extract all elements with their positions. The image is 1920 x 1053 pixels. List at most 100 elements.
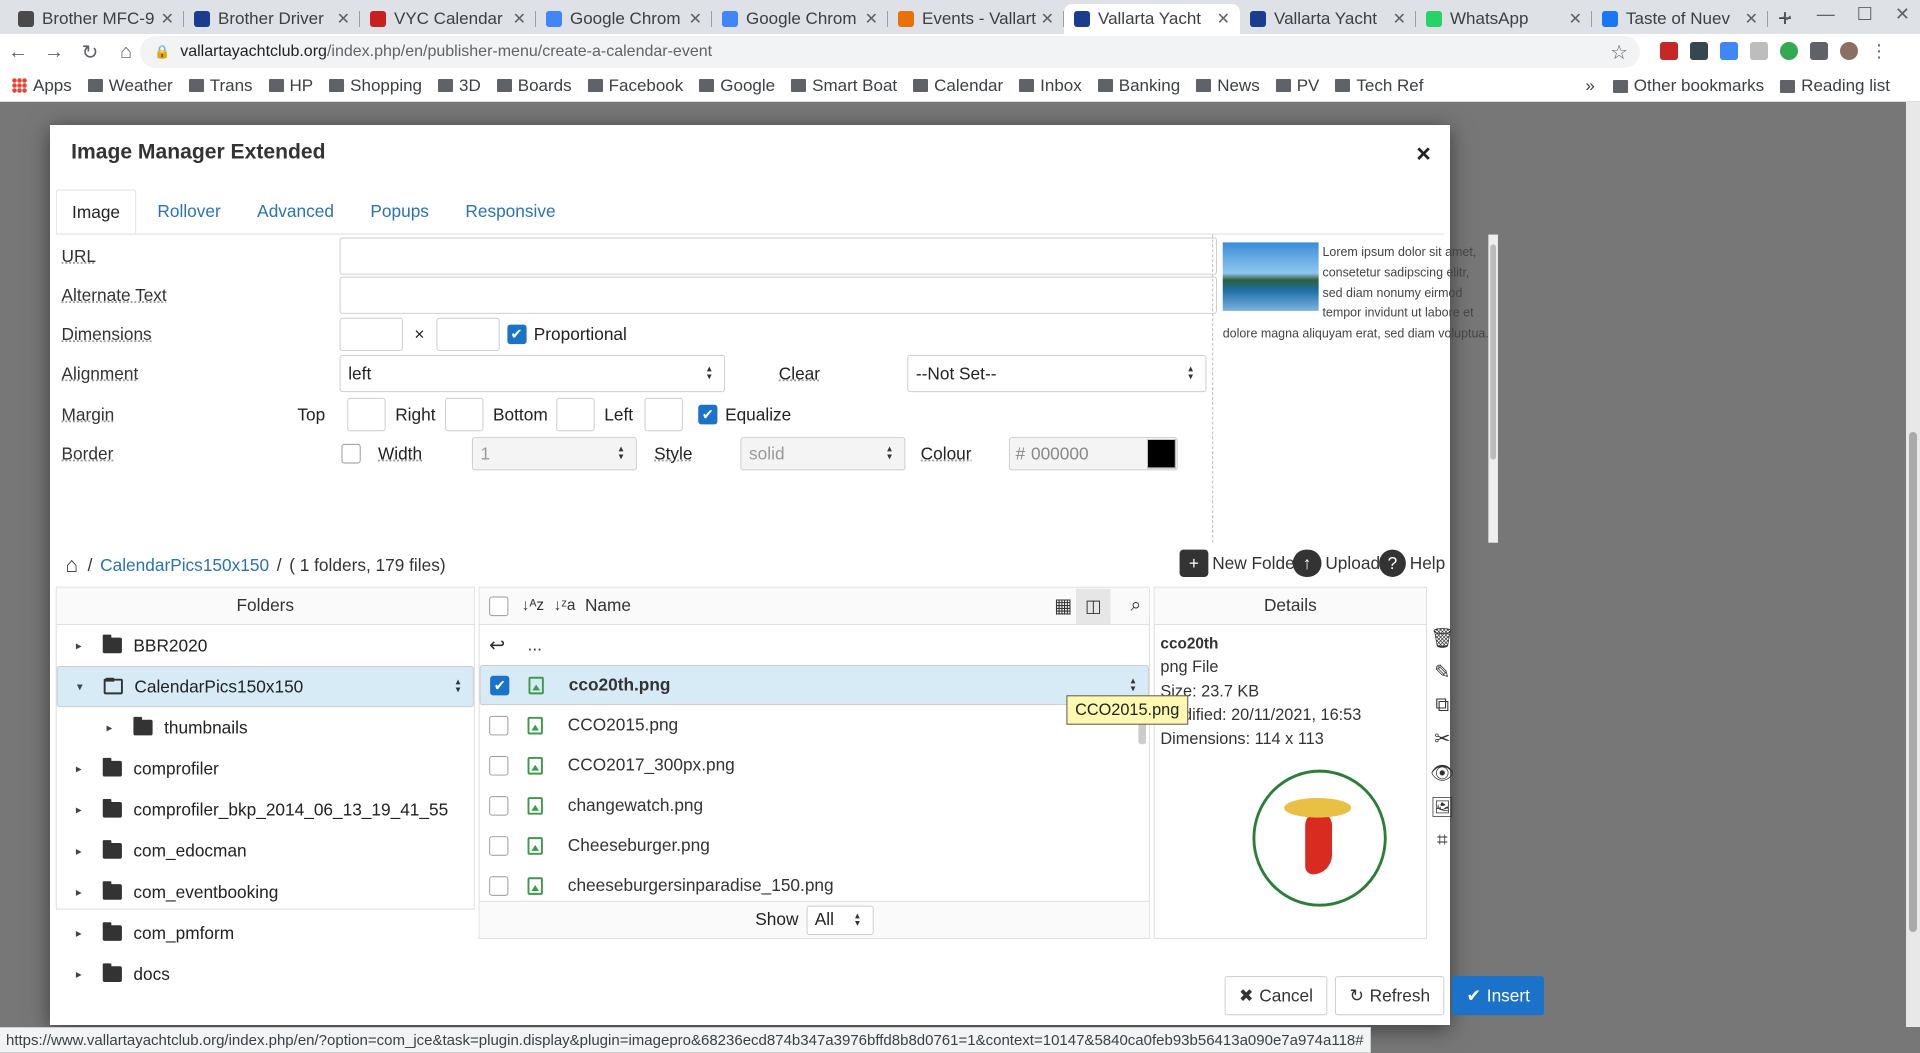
bookmark-item[interactable]: PV — [1275, 76, 1319, 96]
extension-icon[interactable] — [1690, 42, 1708, 60]
margin-bottom-input[interactable] — [556, 397, 595, 432]
menu-kebab-icon[interactable]: ⋮ — [1870, 42, 1888, 60]
files-scrollbar[interactable] — [1137, 627, 1147, 920]
border-width-select[interactable]: 1 — [471, 437, 637, 471]
upload-button[interactable]: ↑ Upload — [1292, 549, 1380, 577]
browser-tab[interactable]: Brother Driver ✕ — [184, 4, 360, 34]
close-window-icon[interactable]: ✕ — [1895, 4, 1910, 25]
select-all-checkbox[interactable] — [489, 596, 509, 616]
width-input[interactable] — [339, 317, 403, 351]
browser-tab[interactable]: Vallarta Yacht ✕ — [1064, 4, 1240, 34]
folder-tree-item[interactable]: ▾ CalendarPics150x150 — [56, 665, 474, 708]
expand-caret-icon[interactable]: ▸ — [74, 885, 84, 899]
file-row[interactable]: CCO2017_300px.png — [480, 745, 1149, 785]
file-row[interactable]: CCO2015.png — [480, 705, 1149, 745]
tab-close-icon[interactable]: ✕ — [689, 9, 702, 29]
browser-tab[interactable]: Events - Vallart ✕ — [888, 4, 1064, 34]
expand-caret-icon[interactable]: ▸ — [74, 639, 84, 653]
expand-caret-icon[interactable]: ▾ — [75, 680, 85, 694]
sort-az-icon[interactable]: ↓ᴬz — [522, 597, 544, 615]
search-icon[interactable]: ⌕ — [1130, 595, 1141, 618]
file-checkbox[interactable] — [489, 755, 509, 776]
tab-close-icon[interactable]: ✕ — [1041, 9, 1054, 29]
colour-swatch[interactable] — [1146, 439, 1176, 469]
browser-tab[interactable]: Brother MFC-9 ✕ — [8, 4, 184, 34]
bookmark-item[interactable]: Tech Ref — [1335, 76, 1423, 96]
puzzle-icon[interactable] — [1810, 42, 1828, 60]
list-view-icon[interactable]: ◫ — [1076, 588, 1111, 624]
extension-icon[interactable] — [1780, 42, 1798, 60]
name-column-header[interactable]: Name — [585, 596, 631, 617]
tab-rollover[interactable]: Rollover — [142, 190, 236, 234]
expand-caret-icon[interactable]: ▸ — [74, 926, 84, 940]
browser-tab[interactable]: Google Chrom ✕ — [536, 4, 712, 34]
tab-close-icon[interactable]: ✕ — [1217, 9, 1230, 29]
tab-search-icon[interactable]: ⌄ — [1780, 4, 1795, 25]
maximize-icon[interactable]: ☐ — [1857, 4, 1873, 25]
page-scrollbar[interactable] — [1906, 102, 1920, 1027]
margin-right-input[interactable] — [445, 397, 484, 432]
home-icon[interactable]: ⌂ — [108, 41, 144, 64]
browser-tab[interactable]: Google Chrom ✕ — [712, 4, 888, 34]
tab-close-icon[interactable]: ✕ — [161, 9, 174, 29]
tab-image[interactable]: Image — [55, 189, 137, 234]
file-checkbox[interactable] — [489, 835, 509, 856]
folder-tree-item[interactable]: ▸ com_edocman — [57, 830, 474, 871]
reload-icon[interactable]: ↻ — [72, 40, 108, 65]
file-row[interactable]: Cheeseburger.png — [480, 825, 1149, 865]
ublock-icon[interactable] — [1660, 42, 1678, 60]
tab-responsive[interactable]: Responsive — [450, 190, 571, 234]
tab-close-icon[interactable]: ✕ — [513, 9, 526, 29]
bookmark-item[interactable]: 3D — [438, 76, 481, 96]
tab-advanced[interactable]: Advanced — [242, 190, 349, 234]
file-checkbox[interactable] — [489, 715, 509, 735]
parent-folder-row[interactable]: ↩ ... — [480, 625, 1149, 665]
folder-tree-item[interactable]: ▸ BBR2020 — [57, 625, 474, 666]
bookmark-item[interactable]: Apps — [12, 76, 72, 96]
preview-scrollbar[interactable] — [1488, 234, 1498, 543]
refresh-button[interactable]: ↻ Refresh — [1335, 976, 1445, 1016]
bookmark-item[interactable]: HP — [268, 76, 313, 96]
bookmark-item[interactable]: Calendar — [913, 76, 1003, 96]
clear-select[interactable]: --Not Set-- — [907, 354, 1207, 393]
bookmark-item[interactable]: Boards — [496, 76, 572, 96]
file-checkbox[interactable] — [489, 795, 509, 816]
folder-tree-item[interactable]: ▸ thumbnails — [57, 707, 474, 748]
file-row[interactable]: changewatch.png — [480, 785, 1149, 825]
crop-icon[interactable]: ⌗ — [1437, 829, 1448, 852]
lock-icon[interactable]: 🔒 — [154, 44, 170, 60]
file-row[interactable]: cheeseburgersinparadise_150.png — [480, 866, 1149, 906]
browser-tab[interactable]: Taste of Nuev ✕ — [1592, 4, 1768, 34]
back-icon[interactable]: ← — [0, 41, 36, 64]
folder-tree-item[interactable]: ▸ comprofiler_bkp_2014_06_13_19_41_55 — [57, 789, 474, 830]
alignment-select[interactable]: left — [339, 354, 726, 393]
folder-tree-item[interactable]: ▸ docs — [57, 954, 474, 995]
bookmark-item[interactable]: Smart Boat — [791, 76, 897, 96]
sort-za-icon[interactable]: ↓ᶻa — [554, 597, 576, 615]
margin-top-input[interactable] — [347, 397, 386, 432]
expand-caret-icon[interactable]: ▸ — [74, 762, 84, 776]
omnibox[interactable]: 🔒 vallartayachtclub.org/index.php/en/pub… — [140, 36, 1640, 68]
folder-tree-item[interactable]: ▸ com_pmform — [57, 913, 474, 954]
equalize-checkbox[interactable]: ✔ — [698, 404, 718, 425]
help-button[interactable]: ? Help — [1379, 549, 1445, 577]
tab-close-icon[interactable]: ✕ — [1745, 9, 1758, 29]
bookmark-item[interactable]: Inbox — [1019, 76, 1082, 96]
delete-icon[interactable]: 🗑 — [1430, 626, 1454, 650]
cut-icon[interactable]: ✂ — [1434, 727, 1450, 751]
tab-popups[interactable]: Popups — [355, 190, 444, 234]
forward-icon[interactable]: → — [36, 41, 72, 64]
height-input[interactable] — [435, 317, 500, 351]
close-icon[interactable]: × — [1416, 139, 1431, 169]
bookmark-item[interactable]: Facebook — [587, 76, 683, 96]
show-limit-select[interactable]: All — [806, 905, 874, 935]
margin-left-input[interactable] — [644, 397, 683, 432]
tab-close-icon[interactable]: ✕ — [865, 9, 878, 29]
breadcrumb-folder-link[interactable]: CalendarPics150x150 — [100, 555, 269, 576]
tab-close-icon[interactable]: ✕ — [337, 9, 350, 29]
browser-tab[interactable]: VYC Calendar ✕ — [360, 4, 536, 34]
file-row[interactable]: ✔ cco20th.png — [479, 665, 1149, 706]
bookmark-item[interactable]: Google — [699, 76, 775, 96]
file-checkbox[interactable]: ✔ — [490, 675, 510, 695]
bookmarks-overflow-icon[interactable]: » — [1585, 76, 1594, 96]
